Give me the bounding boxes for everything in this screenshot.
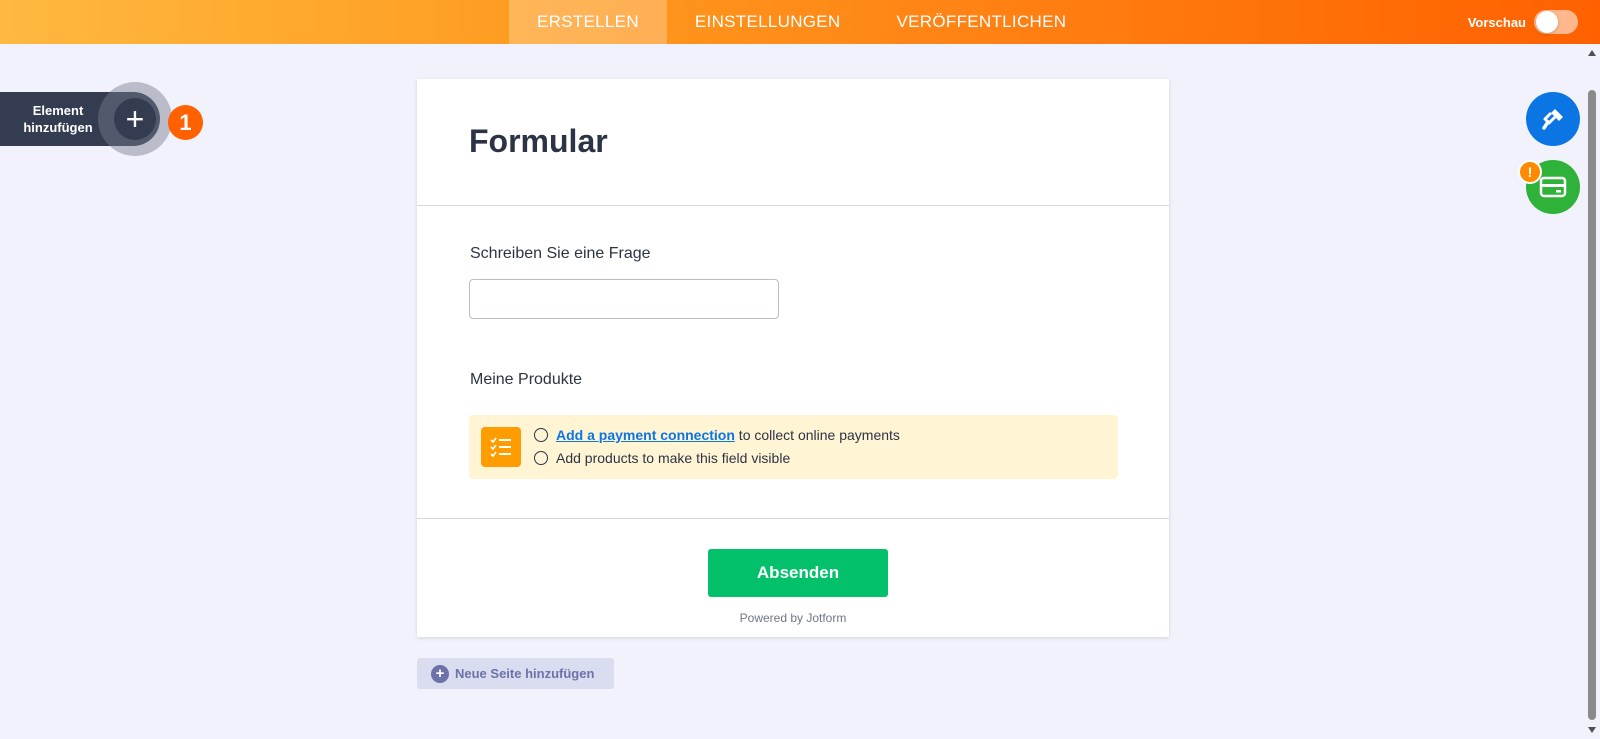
step-number-badge: 1 — [168, 105, 203, 140]
tab-einstellungen[interactable]: EINSTELLUNGEN — [667, 0, 869, 44]
paint-roller-icon — [1542, 109, 1563, 130]
add-page-label: Neue Seite hinzufügen — [455, 666, 595, 681]
form-designer-button[interactable] — [1526, 92, 1580, 146]
checklist-icon — [481, 427, 521, 467]
toggle-knob — [1536, 11, 1558, 33]
notice-row-products: Add products to make this field visible — [534, 450, 790, 466]
divider — [417, 518, 1169, 519]
notice-row-payment: Add a payment connection to collect onli… — [534, 427, 900, 443]
circle-icon — [534, 451, 548, 465]
top-navigation-bar: ERSTELLEN EINSTELLUNGEN VERÖFFENTLICHEN … — [0, 0, 1600, 44]
scroll-thumb[interactable] — [1588, 90, 1596, 720]
add-page-button[interactable]: + Neue Seite hinzufügen — [417, 658, 614, 689]
powered-by-text: Powered by Jotform — [739, 611, 847, 625]
scroll-down-arrow[interactable] — [1588, 727, 1596, 733]
preview-control: Vorschau — [1468, 0, 1578, 44]
notice-row-text: to collect online payments — [734, 427, 900, 443]
notice-row-text: Add products to make this field visible — [556, 450, 791, 466]
scroll-up-arrow[interactable] — [1588, 50, 1596, 56]
products-label[interactable]: Meine Produkte — [470, 371, 582, 389]
page-scrollbar[interactable] — [1584, 44, 1600, 739]
form-card: Formular Schreiben Sie eine Frage Meine … — [417, 79, 1169, 637]
alert-badge: ! — [1518, 160, 1542, 184]
plus-circle-icon: + — [431, 664, 449, 683]
question-label[interactable]: Schreiben Sie eine Frage — [470, 245, 651, 263]
tab-veroeffentlichen[interactable]: VERÖFFENTLICHEN — [869, 0, 1095, 44]
circle-icon — [534, 428, 548, 442]
form-title[interactable]: Formular — [469, 123, 608, 160]
submit-button[interactable]: Absenden — [708, 549, 888, 597]
nav-tabs: ERSTELLEN EINSTELLUNGEN VERÖFFENTLICHEN — [509, 0, 1094, 44]
preview-label: Vorschau — [1467, 14, 1526, 30]
divider — [417, 205, 1169, 206]
preview-toggle[interactable] — [1534, 10, 1578, 34]
add-element-button[interactable]: Element hinzufügen + — [0, 82, 172, 156]
add-payment-connection-link[interactable]: Add a payment connection — [556, 427, 735, 443]
payment-notice: Add a payment connection to collect onli… — [469, 415, 1118, 479]
credit-card-icon — [1539, 176, 1567, 198]
plus-icon[interactable]: + — [114, 98, 156, 140]
question-input[interactable] — [469, 279, 779, 319]
tab-erstellen[interactable]: ERSTELLEN — [509, 0, 667, 44]
